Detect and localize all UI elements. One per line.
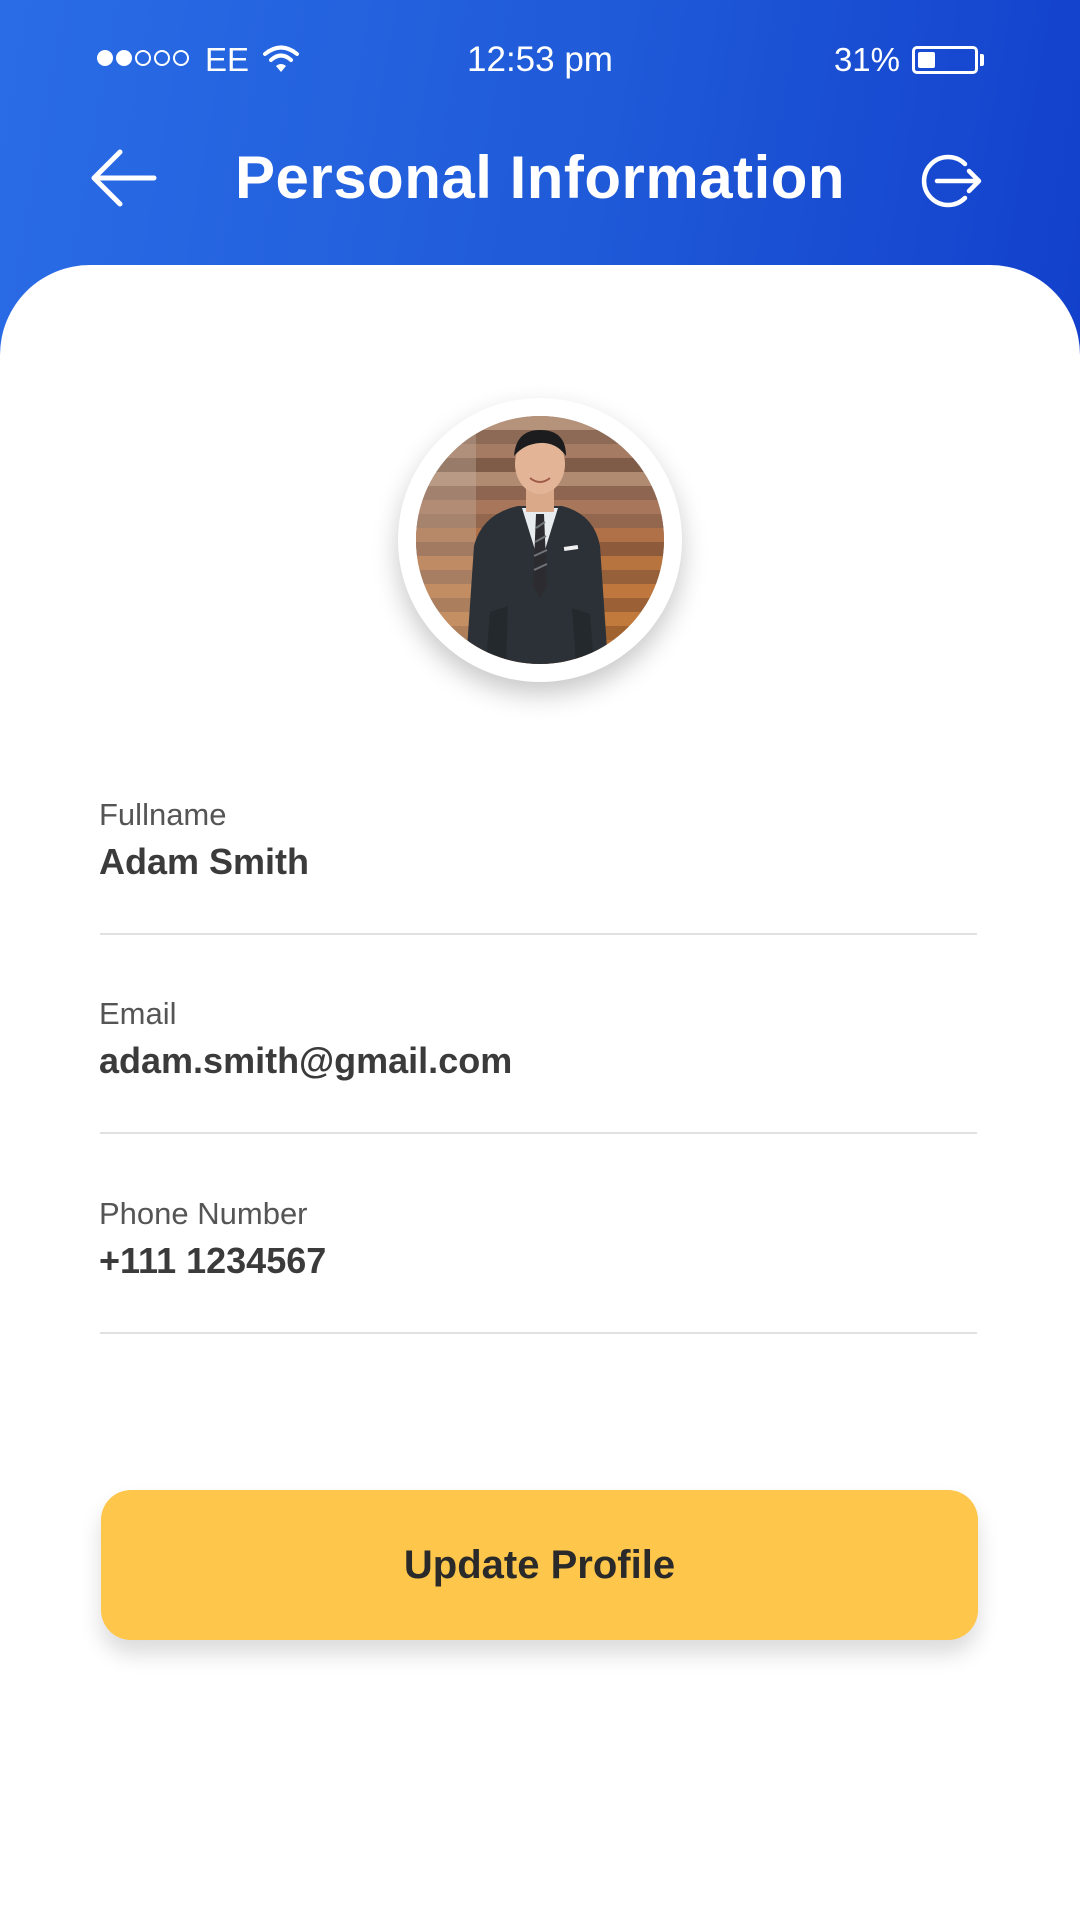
update-profile-label: Update Profile xyxy=(403,1542,676,1587)
battery-level-fill xyxy=(918,52,935,68)
email-value[interactable]: adam.smith@gmail.com xyxy=(99,1037,512,1085)
battery-percentage: 31% xyxy=(833,41,900,78)
battery-cap xyxy=(980,54,984,66)
fullname-value[interactable]: Adam Smith xyxy=(99,838,309,886)
battery-icon xyxy=(912,46,978,74)
status-bar: EE 12:53 pm 31% xyxy=(0,0,1080,120)
logout-icon[interactable] xyxy=(915,150,983,212)
email-label: Email xyxy=(99,996,177,1031)
avatar xyxy=(416,416,664,664)
divider xyxy=(100,1332,977,1334)
divider xyxy=(100,1132,977,1134)
phone-number-value[interactable]: +111 1234567 xyxy=(99,1237,326,1285)
fullname-label: Fullname xyxy=(99,797,227,832)
phone-number-label: Phone Number xyxy=(99,1196,308,1231)
profile-photo xyxy=(416,416,664,664)
avatar-frame[interactable] xyxy=(398,398,682,682)
divider xyxy=(100,933,977,935)
update-profile-button[interactable]: Update Profile xyxy=(101,1490,978,1640)
